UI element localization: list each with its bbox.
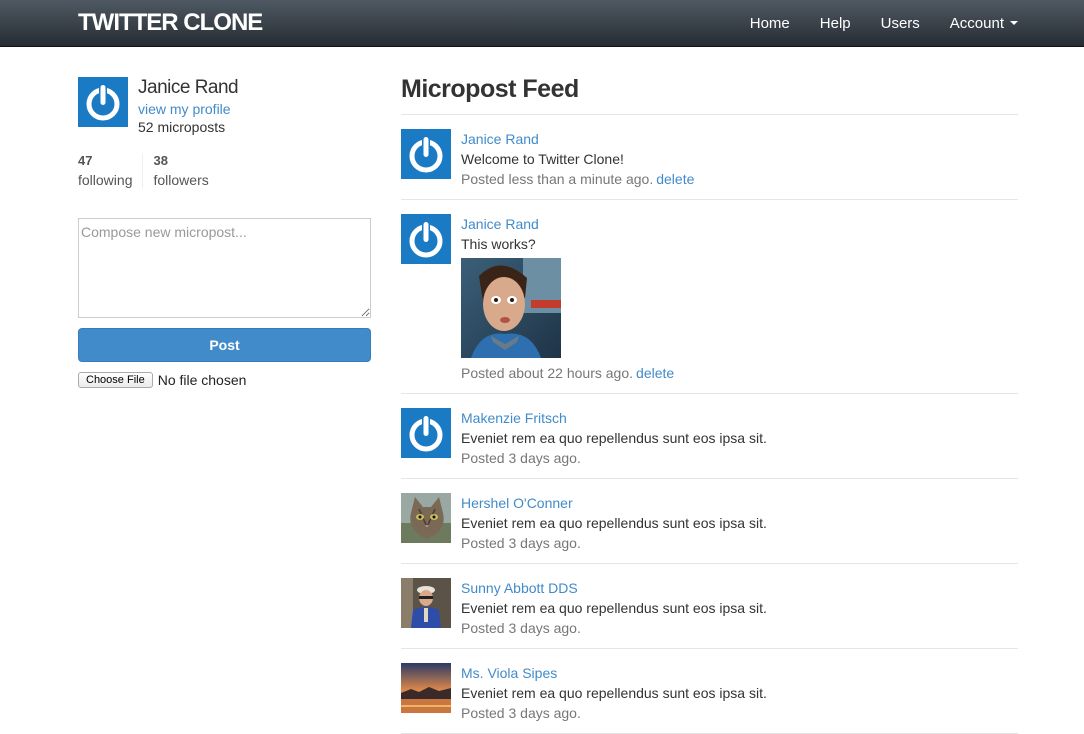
file-status: No file chosen — [157, 372, 247, 389]
following-count: 47 — [78, 153, 93, 169]
user-name: Janice Rand — [138, 77, 239, 98]
delete-link[interactable]: delete — [636, 365, 674, 381]
post-body: Janice Rand Welcome to Twitter Clone! Po… — [461, 129, 694, 189]
post-timestamp: Posted 3 days ago. — [461, 450, 581, 466]
post-avatar[interactable] — [401, 129, 451, 179]
post-timestamp: Posted about 22 hours ago. — [461, 365, 634, 381]
power-icon — [78, 77, 128, 127]
nav-account-dropdown[interactable]: Account — [950, 15, 1018, 32]
nav-users[interactable]: Users — [881, 15, 920, 32]
post-timestamp-row: Posted less than a minute ago. delete — [461, 169, 694, 189]
feed-title: Micropost Feed — [401, 75, 1018, 115]
post-user-link[interactable]: Janice Rand — [461, 214, 674, 234]
post-user-link[interactable]: Makenzie Fritsch — [461, 408, 767, 428]
post-content: Eveniet rem ea quo repellendus sunt eos … — [461, 685, 767, 701]
post-content: Welcome to Twitter Clone! — [461, 151, 624, 167]
delete-link[interactable]: delete — [656, 171, 694, 187]
user-text: Janice Rand view my profile 52 micropost… — [138, 77, 239, 135]
post-photo — [461, 258, 561, 358]
choose-file-button[interactable]: Choose File — [78, 372, 153, 389]
followers-label: followers — [153, 172, 209, 189]
post-timestamp: Posted 3 days ago. — [461, 620, 581, 636]
list-item: Sunny Abbott DDS Eveniet rem ea quo repe… — [401, 564, 1018, 649]
compose-form: Post Choose File No file chosen — [78, 218, 372, 389]
cat-photo — [401, 493, 451, 543]
power-icon — [401, 408, 451, 458]
list-item: Janice Rand Welcome to Twitter Clone! Po… — [401, 115, 1018, 200]
list-item: Janice Rand This works? Posted about 22 … — [401, 200, 1018, 394]
stats: 47 following 38 followers — [78, 153, 372, 189]
power-icon — [401, 214, 451, 264]
post-timestamp: Posted 3 days ago. — [461, 535, 581, 551]
post-user-link[interactable]: Sunny Abbott DDS — [461, 578, 767, 598]
post-content: Eveniet rem ea quo repellendus sunt eos … — [461, 515, 767, 531]
post-timestamp: Posted less than a minute ago. — [461, 171, 654, 187]
sidebar: Janice Rand view my profile 52 micropost… — [78, 77, 372, 389]
person-photo — [401, 578, 451, 628]
post-content: Eveniet rem ea quo repellendus sunt eos … — [461, 600, 767, 616]
post-content: Eveniet rem ea quo repellendus sunt eos … — [461, 430, 767, 446]
view-profile-link[interactable]: view my profile — [138, 101, 238, 118]
post-avatar[interactable] — [401, 408, 451, 458]
post-body: Hershel O'Conner Eveniet rem ea quo repe… — [461, 493, 767, 553]
nav-account-label: Account — [949, 14, 1004, 32]
list-item: Makenzie Fritsch Eveniet rem ea quo repe… — [401, 394, 1018, 479]
post-content: This works? — [461, 236, 536, 252]
nav-links: Home Help Users Account — [720, 0, 1018, 46]
post-user-link[interactable]: Hershel O'Conner — [461, 493, 767, 513]
list-item: Hershel O'Conner Eveniet rem ea quo repe… — [401, 479, 1018, 564]
post-image — [461, 258, 561, 358]
micropost-feed: Micropost Feed Janice Rand Welcome to Tw… — [401, 75, 1018, 734]
post-timestamp-row: Posted about 22 hours ago. delete — [461, 363, 674, 383]
post-body: Sunny Abbott DDS Eveniet rem ea quo repe… — [461, 578, 767, 638]
navbar: TWITTER CLONE Home Help Users Account — [0, 0, 1084, 47]
post-user-link[interactable]: Janice Rand — [461, 129, 694, 149]
list-item: Ms. Viola Sipes Eveniet rem ea quo repel… — [401, 649, 1018, 734]
sunset-photo — [401, 663, 451, 713]
post-timestamp: Posted 3 days ago. — [461, 705, 581, 721]
post-avatar[interactable] — [401, 578, 451, 628]
feed-list: Janice Rand Welcome to Twitter Clone! Po… — [401, 115, 1018, 734]
user-avatar[interactable] — [78, 77, 128, 127]
post-body: Ms. Viola Sipes Eveniet rem ea quo repel… — [461, 663, 767, 723]
nav-help[interactable]: Help — [820, 15, 851, 32]
micropost-count: 52 microposts — [138, 118, 226, 135]
post-body: Makenzie Fritsch Eveniet rem ea quo repe… — [461, 408, 767, 468]
post-avatar[interactable] — [401, 663, 451, 713]
post-avatar[interactable] — [401, 214, 451, 264]
post-avatar[interactable] — [401, 493, 451, 543]
followers-count: 38 — [153, 153, 168, 169]
logo[interactable]: TWITTER CLONE — [78, 9, 263, 37]
micropost-textarea[interactable] — [78, 218, 371, 319]
power-icon — [401, 129, 451, 179]
post-body: Janice Rand This works? Posted about 22 … — [461, 214, 674, 383]
caret-down-icon — [1010, 21, 1018, 25]
followers-stat[interactable]: 38 followers — [142, 153, 218, 189]
file-picker: Choose File No file chosen — [78, 372, 372, 389]
user-info: Janice Rand view my profile 52 micropost… — [78, 77, 372, 135]
following-label: following — [78, 172, 133, 189]
following-stat[interactable]: 47 following — [78, 153, 142, 188]
post-button[interactable]: Post — [78, 328, 371, 363]
nav-home[interactable]: Home — [750, 15, 790, 32]
post-user-link[interactable]: Ms. Viola Sipes — [461, 663, 767, 683]
